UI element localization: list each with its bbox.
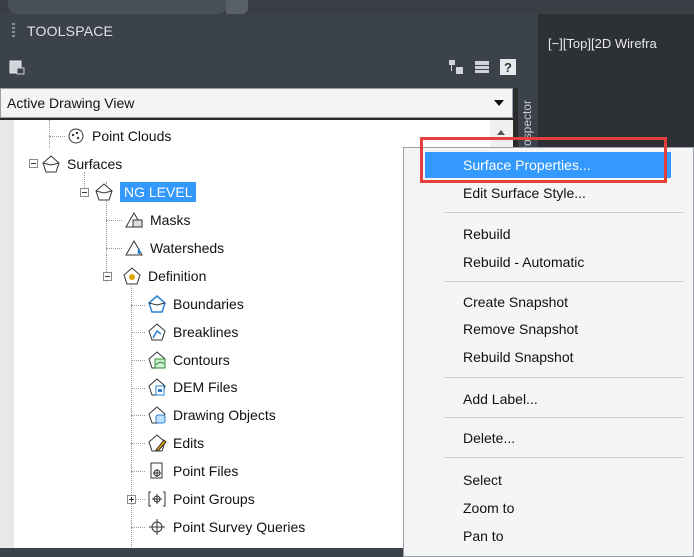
tree-item-boundaries[interactable]: Boundaries [147, 291, 244, 317]
menu-separator [444, 377, 684, 378]
surface-icon [95, 183, 113, 201]
highlight-annotation-box [420, 137, 667, 183]
help-icon[interactable]: ? [499, 58, 517, 76]
surfaces-collapse-toggle[interactable] [29, 159, 38, 168]
breaklines-icon [148, 323, 166, 341]
definition-collapse-toggle[interactable] [103, 272, 112, 281]
tree-item-dem-files[interactable]: DEM Files [147, 374, 238, 400]
menu-item-remove-snapshot[interactable]: Remove Snapshot [404, 316, 693, 342]
menu-item-rebuild-automatic[interactable]: Rebuild - Automatic [404, 249, 693, 275]
ng-level-collapse-toggle[interactable] [80, 188, 89, 197]
tree-item-breaklines[interactable]: Breaklines [147, 319, 238, 345]
menu-separator [444, 457, 684, 458]
point-groups-expand-toggle[interactable] [127, 495, 136, 504]
top-tab-bar [0, 0, 694, 14]
menu-item-select[interactable]: Select [404, 467, 693, 493]
menu-item-delete[interactable]: Delete... [404, 425, 693, 451]
tree-view-icon[interactable] [447, 58, 465, 76]
scroll-up-icon[interactable] [497, 130, 505, 135]
menu-separator [444, 417, 684, 418]
contours-icon [148, 351, 166, 369]
tree-item-definition[interactable]: Definition [122, 263, 206, 289]
point-groups-icon [148, 491, 166, 507]
menu-item-add-label[interactable]: Add Label... [404, 386, 693, 412]
menu-separator [444, 281, 684, 282]
toolspace-header: TOOLSPACE [0, 14, 538, 48]
point-files-icon [150, 462, 163, 479]
menu-separator [444, 212, 684, 213]
new-tab-button[interactable] [226, 0, 248, 14]
tree-item-point-survey-queries[interactable]: Point Survey Queries [147, 514, 305, 540]
definition-icon [123, 267, 141, 285]
toolspace-options-icon[interactable] [8, 58, 26, 76]
edits-icon [148, 434, 167, 452]
menu-item-pan-to[interactable]: Pan to [404, 523, 693, 549]
item-view-icon[interactable] [473, 58, 491, 76]
tree-margin [0, 120, 14, 557]
view-selector-value: Active Drawing View [7, 95, 135, 111]
tree-item-point-clouds[interactable]: Point Clouds [66, 123, 171, 149]
toolspace-title: TOOLSPACE [27, 23, 114, 39]
view-selector-dropdown[interactable]: Active Drawing View [0, 88, 513, 118]
viewport-controls-label[interactable]: [−][Top][2D Wirefra [548, 36, 657, 51]
menu-item-zoom-to[interactable]: Zoom to [404, 495, 693, 521]
menu-item-rebuild[interactable]: Rebuild [404, 221, 693, 247]
surfaces-icon [42, 155, 60, 173]
tree-item-edits[interactable]: Edits [147, 430, 204, 456]
surface-context-menu: Surface Properties... Edit Surface Style… [403, 147, 694, 557]
point-clouds-icon [68, 128, 84, 144]
svg-text:?: ? [504, 60, 512, 75]
dem-files-icon [148, 378, 166, 396]
drawing-objects-icon [148, 406, 166, 424]
masks-icon [125, 211, 143, 228]
toolspace-toolbar: ? [0, 48, 538, 88]
tree-item-contours[interactable]: Contours [147, 347, 230, 373]
tree-item-point-files[interactable]: Point Files [147, 458, 238, 484]
tree-item-masks[interactable]: Masks [124, 207, 190, 233]
drawing-tab[interactable] [8, 0, 228, 14]
menu-item-rebuild-snapshot[interactable]: Rebuild Snapshot [404, 344, 693, 370]
point-survey-queries-icon [149, 519, 165, 535]
grip-handle[interactable] [12, 23, 15, 39]
dropdown-arrow-icon[interactable] [494, 100, 504, 106]
watersheds-icon [125, 239, 143, 256]
tree-item-point-groups[interactable]: Point Groups [147, 486, 255, 512]
menu-item-create-snapshot[interactable]: Create Snapshot [404, 289, 693, 315]
tree-item-ng-level[interactable]: NG LEVEL [94, 179, 197, 205]
tree-item-watersheds[interactable]: Watersheds [124, 235, 224, 261]
tree-item-drawing-objects[interactable]: Drawing Objects [147, 402, 276, 428]
boundaries-icon [148, 295, 166, 313]
tree-item-surfaces[interactable]: Surfaces [41, 151, 122, 177]
menu-item-edit-surface-style[interactable]: Edit Surface Style... [404, 180, 693, 206]
